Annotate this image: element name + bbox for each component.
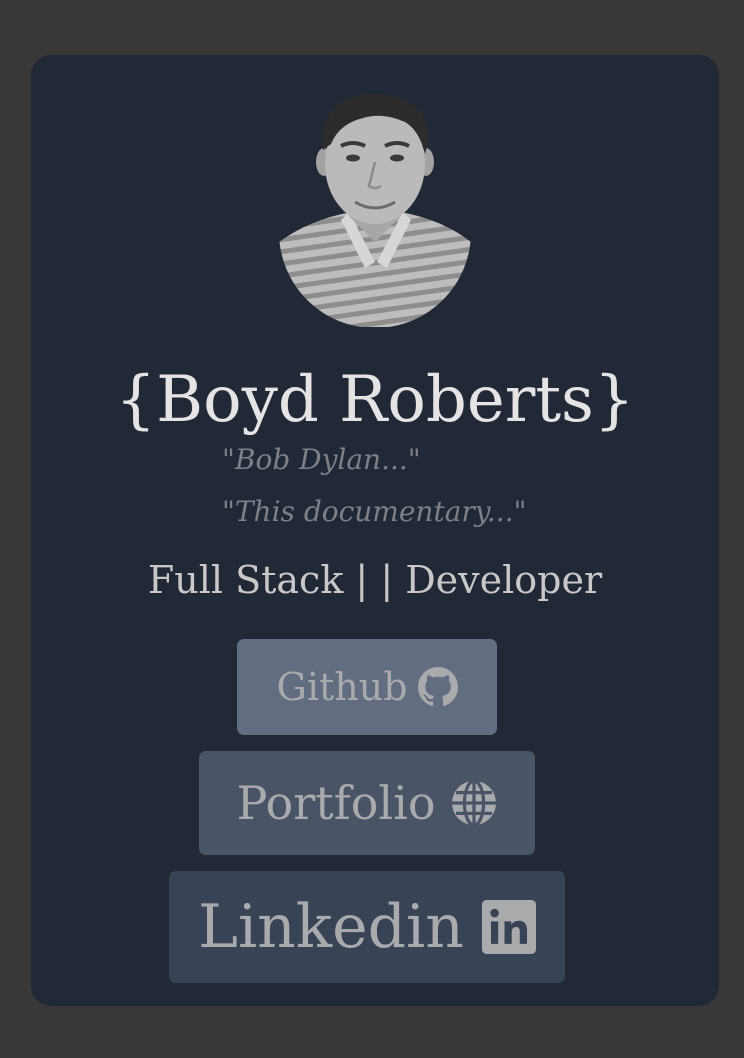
github-button[interactable]: Github [237,639,497,735]
avatar [279,94,471,327]
profile-role: Full Stack | | Developer [147,558,603,602]
quote-text: "This documentary..." [222,495,527,528]
profile-name: {Boyd Roberts} [115,363,635,437]
linkedin-button-label: Linkedin [198,892,464,962]
linkedin-icon [481,900,536,954]
portfolio-button-label: Portfolio [236,776,436,830]
linkedin-button[interactable]: Linkedin [169,871,565,983]
globe-icon [451,779,496,827]
github-icon [417,667,458,707]
portfolio-button[interactable]: Portfolio [199,751,535,855]
profile-card: {Boyd Roberts} "Bob Dylan..." "This docu… [31,55,719,1006]
github-button-label: Github [276,665,408,709]
quote-text: "Bob Dylan..." [222,443,421,476]
